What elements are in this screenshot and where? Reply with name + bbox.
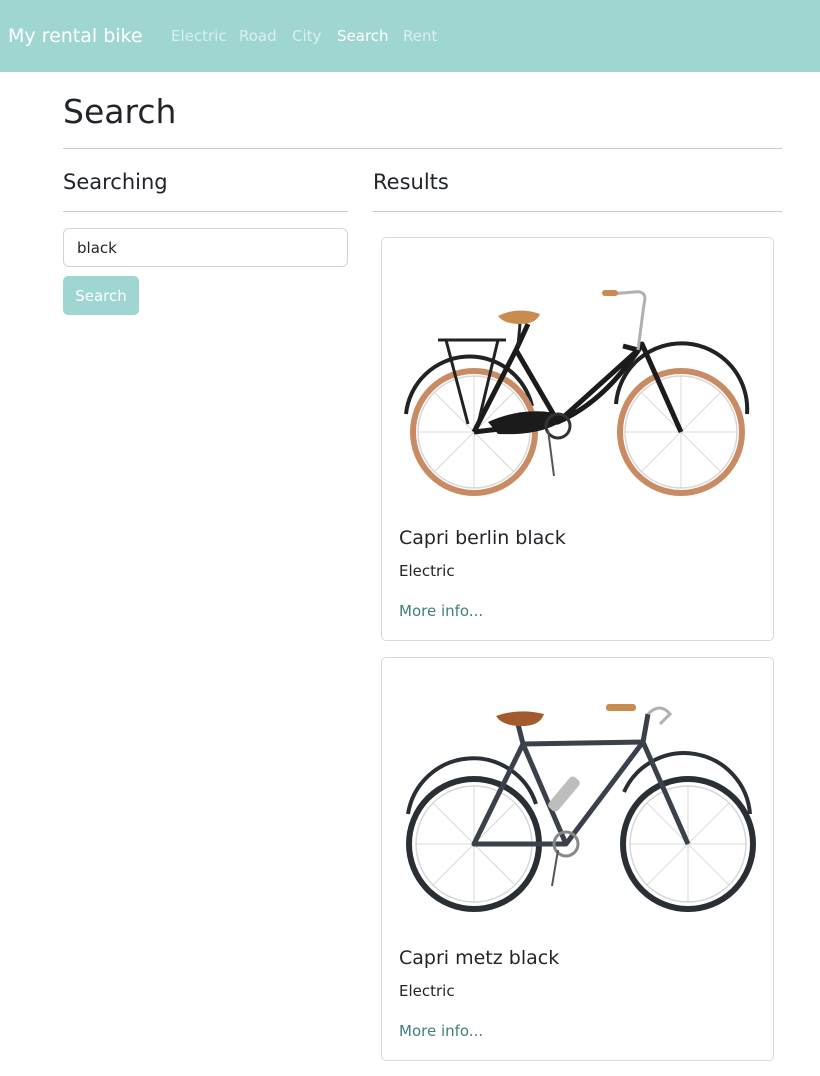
search-button[interactable]: Search (63, 276, 139, 315)
results-panel-divider (373, 211, 782, 212)
more-info-link[interactable]: More info... (399, 601, 483, 621)
bike-image (398, 674, 757, 919)
search-panel-divider (63, 211, 348, 212)
nav-link-city[interactable]: City (292, 26, 321, 46)
bike-image (398, 254, 757, 499)
more-info-link[interactable]: More info... (399, 1021, 483, 1041)
nav-link-electric[interactable]: Electric (171, 26, 227, 46)
nav-link-search[interactable]: Search (337, 26, 389, 46)
search-panel-title: Searching (63, 170, 168, 194)
card-category: Electric (399, 982, 455, 1000)
nav-link-rent[interactable]: Rent (403, 26, 437, 46)
search-input[interactable] (63, 228, 348, 267)
card-title: Capri metz black (399, 947, 560, 969)
card-title: Capri berlin black (399, 527, 566, 549)
nav-link-road[interactable]: Road (239, 26, 277, 46)
page-title: Search (63, 92, 177, 131)
results-panel-title: Results (373, 170, 449, 194)
result-card: Capri metz black Electric More info... (381, 657, 774, 1061)
result-card: Capri berlin black Electric More info... (381, 237, 774, 641)
top-navbar: My rental bike Electric Road City Search… (0, 0, 820, 72)
brand-link[interactable]: My rental bike (8, 23, 143, 49)
card-category: Electric (399, 562, 455, 580)
page-title-divider (63, 148, 782, 149)
